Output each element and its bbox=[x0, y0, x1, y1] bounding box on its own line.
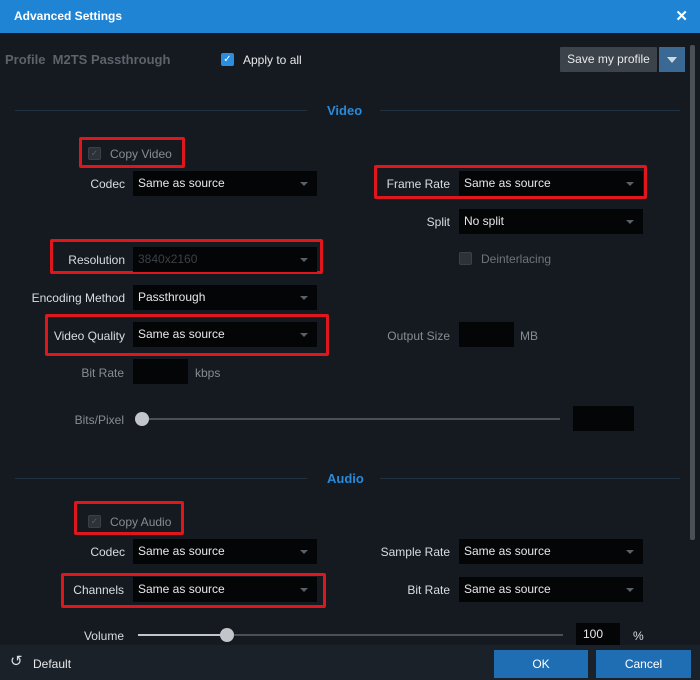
video-quality-label: Video Quality bbox=[53, 329, 125, 343]
close-icon[interactable]: ✕ bbox=[675, 7, 688, 25]
split-select[interactable]: No split bbox=[459, 209, 643, 234]
video-bit-rate-unit: kbps bbox=[195, 366, 221, 380]
title-bar: Advanced Settings ✕ bbox=[0, 0, 700, 33]
cancel-button[interactable]: Cancel bbox=[596, 650, 691, 678]
output-size-input[interactable] bbox=[459, 322, 514, 347]
volume-label: Volume bbox=[83, 629, 124, 643]
output-size-unit: MB bbox=[520, 329, 538, 343]
reset-icon[interactable]: ↺ bbox=[10, 654, 23, 670]
save-my-profile-button[interactable]: Save my profile bbox=[560, 47, 657, 72]
resolution-select[interactable]: 3840x2160 bbox=[133, 247, 317, 272]
audio-section-title: Audio bbox=[327, 471, 364, 486]
window-title: Advanced Settings bbox=[14, 9, 123, 23]
audio-bit-rate-value: Same as source bbox=[464, 582, 551, 596]
chevron-down-icon bbox=[626, 550, 634, 554]
chevron-down-icon bbox=[626, 182, 634, 186]
profile-label: Profile M2TS Passthrough bbox=[5, 52, 171, 67]
chevron-down-icon bbox=[300, 550, 308, 554]
chevron-down-icon bbox=[626, 220, 634, 224]
volume-input[interactable]: 100 bbox=[576, 623, 620, 645]
video-section-title: Video bbox=[327, 103, 363, 118]
encoding-method-label: Encoding Method bbox=[31, 291, 125, 305]
bits-pixel-slider-handle[interactable] bbox=[135, 412, 149, 426]
frame-rate-value: Same as source bbox=[464, 176, 551, 190]
audio-codec-label: Codec bbox=[90, 545, 125, 559]
channels-label: Channels bbox=[73, 583, 124, 597]
video-quality-select[interactable]: Same as source bbox=[133, 322, 317, 347]
chevron-down-icon bbox=[626, 588, 634, 592]
copy-video-label: Copy Video bbox=[110, 147, 172, 161]
deinterlacing-checkbox[interactable] bbox=[459, 252, 472, 265]
audio-codec-select[interactable]: Same as source bbox=[133, 539, 317, 564]
chevron-down-icon bbox=[300, 258, 308, 262]
volume-value: 100 bbox=[583, 627, 604, 641]
volume-unit: % bbox=[633, 629, 644, 643]
scrollbar[interactable] bbox=[690, 45, 695, 540]
encoding-method-select[interactable]: Passthrough bbox=[133, 285, 317, 310]
split-label: Split bbox=[426, 215, 450, 229]
chevron-down-icon bbox=[300, 296, 308, 300]
audio-bit-rate-label: Bit Rate bbox=[407, 583, 450, 597]
chevron-down-icon bbox=[300, 333, 308, 337]
deinterlacing-label: Deinterlacing bbox=[481, 252, 552, 266]
ok-button[interactable]: OK bbox=[494, 650, 588, 678]
bits-pixel-slider-track[interactable] bbox=[140, 418, 560, 420]
frame-rate-select[interactable]: Same as source bbox=[459, 171, 643, 196]
video-divider-left bbox=[15, 110, 307, 111]
audio-divider-right bbox=[380, 478, 680, 479]
apply-to-all-label[interactable]: Apply to all bbox=[243, 53, 302, 67]
save-profile-dropdown-button[interactable] bbox=[659, 47, 685, 72]
video-codec-select[interactable]: Same as source bbox=[133, 171, 317, 196]
chevron-down-icon bbox=[300, 588, 308, 592]
audio-divider-left bbox=[15, 478, 307, 479]
sample-rate-label: Sample Rate bbox=[380, 545, 450, 559]
video-quality-value: Same as source bbox=[138, 327, 225, 341]
bits-pixel-input[interactable] bbox=[573, 406, 634, 431]
video-codec-label: Codec bbox=[90, 177, 125, 191]
video-bit-rate-label: Bit Rate bbox=[81, 366, 124, 380]
encoding-method-value: Passthrough bbox=[138, 290, 206, 304]
audio-codec-value: Same as source bbox=[138, 544, 225, 558]
sample-rate-value: Same as source bbox=[464, 544, 551, 558]
sample-rate-select[interactable]: Same as source bbox=[459, 539, 643, 564]
split-value: No split bbox=[464, 214, 505, 228]
output-size-label: Output Size bbox=[387, 329, 450, 343]
chevron-down-icon bbox=[300, 182, 308, 186]
bits-pixel-label: Bits/Pixel bbox=[74, 413, 124, 427]
copy-video-checkbox[interactable]: ✓ bbox=[88, 147, 101, 160]
audio-bit-rate-select[interactable]: Same as source bbox=[459, 577, 643, 602]
apply-to-all-checkbox[interactable]: ✓ bbox=[221, 53, 234, 66]
copy-audio-label: Copy Audio bbox=[110, 515, 172, 529]
video-codec-value: Same as source bbox=[138, 176, 225, 190]
channels-value: Same as source bbox=[138, 582, 225, 596]
frame-rate-label: Frame Rate bbox=[386, 177, 450, 191]
volume-slider-handle[interactable] bbox=[220, 628, 234, 642]
video-divider-right bbox=[380, 110, 680, 111]
resolution-label: Resolution bbox=[68, 253, 125, 267]
copy-audio-checkbox[interactable]: ✓ bbox=[88, 515, 101, 528]
default-button[interactable]: Default bbox=[33, 657, 71, 671]
resolution-value: 3840x2160 bbox=[138, 252, 198, 266]
volume-slider-fill bbox=[138, 634, 227, 636]
video-bit-rate-input[interactable] bbox=[133, 359, 188, 384]
channels-select[interactable]: Same as source bbox=[133, 577, 317, 602]
footer-bar bbox=[0, 645, 700, 680]
